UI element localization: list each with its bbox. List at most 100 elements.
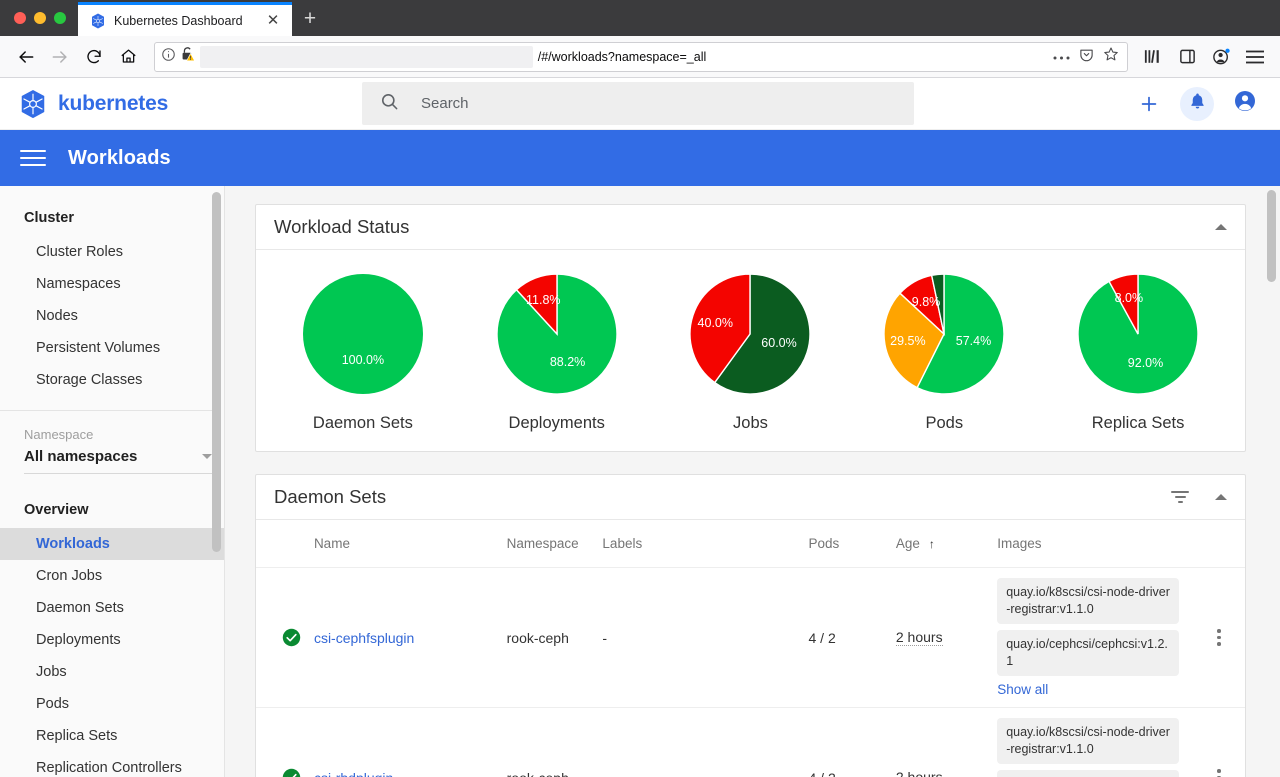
- check-circle-icon: [282, 628, 306, 647]
- sidebar-item-daemon-sets[interactable]: Daemon Sets: [0, 592, 224, 624]
- daemon-sets-header: Daemon Sets: [256, 475, 1245, 520]
- account-button[interactable]: [1228, 87, 1262, 121]
- site-identity[interactable]: [161, 46, 195, 67]
- sort-ascending-icon: ↑: [929, 537, 935, 551]
- daemon-sets-title: Daemon Sets: [274, 486, 1171, 508]
- row-namespace: rook-ceph: [507, 708, 603, 777]
- browser-tab[interactable]: Kubernetes Dashboard ✕: [78, 2, 292, 36]
- hamburger-menu-icon[interactable]: [20, 150, 46, 166]
- table-row[interactable]: csi-cephfspluginrook-ceph-4 / 22 hoursqu…: [256, 568, 1245, 708]
- search-input[interactable]: Search: [362, 82, 914, 125]
- brand[interactable]: kubernetes: [18, 89, 362, 119]
- bookmark-star-icon[interactable]: [1103, 46, 1119, 67]
- header-actions: [1132, 87, 1262, 121]
- notifications-button[interactable]: [1180, 87, 1214, 121]
- sidebar-item-pods[interactable]: Pods: [0, 688, 224, 720]
- library-icon[interactable]: [1138, 42, 1168, 72]
- sidebar-heading-cluster: Cluster: [0, 200, 224, 236]
- column-age[interactable]: Age↑: [896, 520, 997, 568]
- daemon-sets-card: Daemon Sets Name Namespace Labels Pods: [255, 474, 1246, 777]
- url-shade: [200, 46, 533, 68]
- filter-icon[interactable]: [1171, 491, 1189, 504]
- row-name-cell: csi-cephfsplugin: [314, 568, 507, 708]
- sidebar-scrollbar[interactable]: [212, 192, 221, 552]
- row-age: 2 hours: [896, 629, 943, 646]
- triangle-up-icon[interactable]: [1215, 224, 1227, 230]
- url-bar[interactable]: /#/workloads?namespace=_all: [154, 42, 1128, 72]
- daemon-sets-table: Name Namespace Labels Pods Age↑ Images c…: [256, 520, 1245, 777]
- column-name[interactable]: Name: [314, 520, 507, 568]
- pie-wrap: 57.4%29.5%9.8%: [882, 272, 1006, 396]
- sidebar-item-workloads[interactable]: Workloads: [0, 528, 224, 560]
- kebab-menu-icon[interactable]: [1201, 769, 1237, 777]
- row-actions[interactable]: [1201, 568, 1245, 708]
- namespace-value: All namespaces: [24, 448, 137, 465]
- pocket-save-icon[interactable]: [1079, 47, 1094, 67]
- minimize-window-button[interactable]: [34, 12, 46, 24]
- column-actions: [1201, 520, 1245, 568]
- reload-button[interactable]: [78, 41, 110, 73]
- pie-slice[interactable]: [303, 274, 423, 394]
- row-status: [256, 568, 314, 708]
- sidebar-item-jobs[interactable]: Jobs: [0, 656, 224, 688]
- close-window-button[interactable]: [14, 12, 26, 24]
- new-tab-button[interactable]: +: [292, 2, 328, 36]
- resource-link[interactable]: csi-rbdplugin: [314, 770, 393, 777]
- pie-chart-deployments: 88.2%11.8%Deployments: [462, 272, 652, 433]
- namespace-select[interactable]: All namespaces: [24, 448, 212, 474]
- page-actions-ellipsis-icon[interactable]: [1053, 48, 1070, 66]
- triangle-up-icon[interactable]: [1215, 494, 1227, 500]
- main-scrollbar[interactable]: [1267, 190, 1276, 282]
- column-labels[interactable]: Labels: [602, 520, 808, 568]
- sidebar-item-persistent-volumes[interactable]: Persistent Volumes: [0, 332, 224, 364]
- sidebar-item-cluster-roles[interactable]: Cluster Roles: [0, 236, 224, 268]
- show-all-link[interactable]: Show all: [997, 682, 1193, 697]
- table-row[interactable]: csi-rbdpluginrook-ceph-4 / 22 hoursquay.…: [256, 708, 1245, 777]
- namespace-label: Namespace: [0, 411, 224, 448]
- bell-icon: [1188, 91, 1207, 116]
- back-button[interactable]: [10, 41, 42, 73]
- app-body: Cluster Cluster Roles Namespaces Nodes P…: [0, 186, 1280, 777]
- workload-status-charts: 100.0%Daemon Sets88.2%11.8%Deployments60…: [256, 250, 1245, 451]
- row-age-cell: 2 hours: [896, 708, 997, 777]
- sidebar-item-nodes[interactable]: Nodes: [0, 300, 224, 332]
- pie-wrap: 88.2%11.8%: [495, 272, 619, 396]
- create-resource-button[interactable]: [1132, 87, 1166, 121]
- main-content: Workload Status 100.0%Daemon Sets88.2%11…: [225, 186, 1280, 777]
- sidebar-item-namespaces[interactable]: Namespaces: [0, 268, 224, 300]
- row-images: quay.io/k8scsi/csi-node-driver-registrar…: [997, 708, 1201, 777]
- image-chip: quay.io/k8scsi/csi-node-driver-registrar…: [997, 718, 1179, 764]
- row-actions[interactable]: [1201, 708, 1245, 777]
- info-icon[interactable]: [161, 47, 176, 67]
- image-chip: quay.io/cephcsi/cephcsi:v1.2.1: [997, 630, 1179, 676]
- maximize-window-button[interactable]: [54, 12, 66, 24]
- column-images[interactable]: Images: [997, 520, 1201, 568]
- insecure-lock-warning-icon[interactable]: [180, 46, 195, 67]
- sidebar-icon[interactable]: [1172, 42, 1202, 72]
- workload-status-title: Workload Status: [274, 216, 1215, 238]
- sidebar-item-storage-classes[interactable]: Storage Classes: [0, 364, 224, 396]
- forward-button: [44, 41, 76, 73]
- sidebar-item-cron-jobs[interactable]: Cron Jobs: [0, 560, 224, 592]
- brand-name: kubernetes: [58, 92, 168, 116]
- sidebar-item-replication-controllers[interactable]: Replication Controllers: [0, 752, 224, 777]
- home-button[interactable]: [112, 41, 144, 73]
- row-age: 2 hours: [896, 769, 943, 777]
- row-labels: -: [602, 568, 808, 708]
- table-header-row: Name Namespace Labels Pods Age↑ Images: [256, 520, 1245, 568]
- pie-wrap: 60.0%40.0%: [688, 272, 812, 396]
- sidebar-item-replica-sets[interactable]: Replica Sets: [0, 720, 224, 752]
- close-tab-icon[interactable]: ✕: [264, 12, 282, 30]
- app-menu-icon[interactable]: [1240, 42, 1270, 72]
- pie-wrap: 100.0%: [301, 272, 425, 396]
- row-name-cell: csi-rbdplugin: [314, 708, 507, 777]
- row-namespace: rook-ceph: [507, 568, 603, 708]
- url-text[interactable]: /#/workloads?namespace=_all: [538, 50, 711, 64]
- sidebar-item-deployments[interactable]: Deployments: [0, 624, 224, 656]
- sidebar: Cluster Cluster Roles Namespaces Nodes P…: [0, 186, 225, 777]
- column-namespace[interactable]: Namespace: [507, 520, 603, 568]
- column-pods[interactable]: Pods: [808, 520, 895, 568]
- resource-link[interactable]: csi-cephfsplugin: [314, 630, 414, 646]
- kebab-menu-icon[interactable]: [1201, 629, 1237, 646]
- account-sync-icon[interactable]: [1206, 42, 1236, 72]
